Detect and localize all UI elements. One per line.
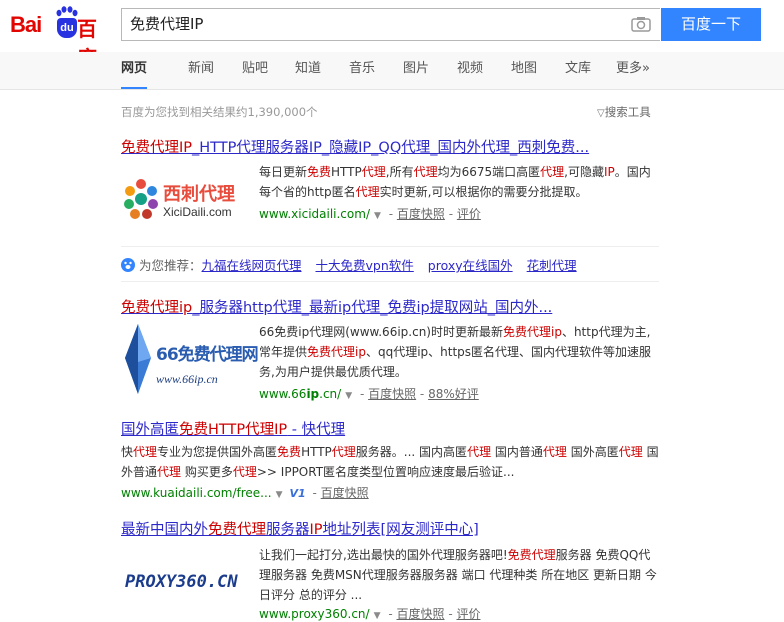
xici-brand: 西刺代理: [163, 184, 235, 205]
paw-icon: [56, 6, 78, 17]
result-thumb-4[interactable]: PROXY360.CN: [121, 558, 243, 608]
dropdown-icon[interactable]: ▼: [276, 490, 283, 500]
result-count: 百度为您找到相关结果约1,390,000个: [121, 105, 318, 119]
result-desc-1: 每日更新免费HTTP代理,所有代理均为6675端口高匿代理,可隐藏IP。国内每个…: [259, 165, 651, 199]
crystal-logo-icon: [125, 324, 151, 394]
tab-map[interactable]: 地图: [511, 52, 537, 89]
66ip-brand: 66免费代理网: [156, 345, 259, 365]
result-url-4: www.proxy360.cn/▼ - 百度快照 - 评价: [259, 607, 481, 621]
divider: [121, 246, 659, 247]
divider: [121, 281, 659, 282]
title-highlight: 免费代理IP: [121, 140, 193, 156]
tab-tieba[interactable]: 贴吧: [242, 52, 268, 89]
search-button[interactable]: 百度一下: [661, 8, 761, 41]
logo-bai-text: Bai: [10, 12, 42, 37]
title-highlight: 免费HTTP代理IP: [179, 422, 288, 438]
tab-news[interactable]: 新闻: [188, 52, 214, 89]
title-text: 国外高匿: [121, 422, 179, 438]
title-text: _HTTP代理服务器IP_隐藏IP_QQ代理_国内外代理_西刺免费...: [192, 140, 590, 156]
tab-more[interactable]: 更多»: [616, 52, 650, 89]
result-thumb-1[interactable]: 西刺代理 XiciDaili.com: [121, 168, 243, 228]
tab-zhidao[interactable]: 知道: [295, 52, 321, 89]
result-url-text[interactable]: www.kuaidaili.com/free...: [121, 486, 272, 500]
result-desc-2: 66免费ip代理网(www.66ip.cn)时时更新最新免费代理ip、http代…: [259, 325, 652, 379]
logo-du-text: du: [57, 18, 77, 38]
search-tools-label: 搜索工具: [604, 105, 651, 119]
result-title-4[interactable]: 最新中国内外免费代理服务器IP地址列表[网友测评中心]: [121, 518, 479, 539]
dropdown-icon[interactable]: ▼: [374, 211, 381, 221]
review-link[interactable]: 评价: [457, 207, 481, 221]
search-input[interactable]: [130, 9, 610, 40]
rating-link[interactable]: 88%好评: [428, 387, 479, 401]
dropdown-icon[interactable]: ▼: [345, 391, 352, 401]
tab-web[interactable]: 网页: [121, 52, 148, 89]
tab-music[interactable]: 音乐: [349, 52, 375, 89]
proxy360-brand: PROXY360.CN: [125, 572, 238, 592]
result-title-1[interactable]: 免费代理IP_HTTP代理服务器IP_隐藏IP_QQ代理_国内外代理_西刺免费.…: [121, 136, 589, 157]
result-thumb-2[interactable]: 66免费代理网 www.66ip.cn: [121, 322, 259, 396]
xici-logo-icon: [124, 179, 158, 219]
search-nav: 网页 新闻 贴吧 知道 音乐 图片 视频 地图 文库 更多»: [0, 52, 784, 90]
paw-icon: [121, 258, 135, 272]
header: Bai du 百度 百度一下: [0, 0, 784, 70]
recommend-label: 为您推荐：: [138, 258, 202, 273]
result-desc-3: 快代理专业为您提供国外高匿免费HTTP代理服务器。... 国内高匿代理 国内普通…: [121, 445, 659, 479]
result-url-text[interactable]: www.xicidaili.com/: [259, 207, 370, 221]
title-text: _服务器http代理_最新ip代理_免费ip提取网站_国内外...: [192, 300, 553, 316]
result-url-3: www.kuaidaili.com/free... ▼ V1 - 百度快照: [121, 486, 369, 500]
dropdown-icon[interactable]: ▼: [374, 611, 381, 621]
result-title-3[interactable]: 国外高匿免费HTTP代理IP - 快代理: [121, 418, 345, 439]
search-tools[interactable]: ▽搜索工具: [597, 104, 651, 120]
result-url-2: www.66ip.cn/▼ - 百度快照 - 88%好评: [259, 387, 479, 401]
tab-images[interactable]: 图片: [403, 52, 429, 89]
title-highlight: 免费代理ip: [121, 300, 193, 316]
66ip-site: www.66ip.cn: [156, 372, 218, 386]
title-highlight: IP: [309, 522, 323, 538]
result-title-2[interactable]: 免费代理ip_服务器http代理_最新ip代理_免费ip提取网站_国内外...: [121, 296, 552, 317]
title-text: - 快代理: [287, 422, 346, 438]
verified-badge[interactable]: V1: [290, 487, 306, 500]
title-highlight: 免费代理: [208, 522, 266, 538]
result-url-text[interactable]: www.66ip.cn/: [259, 387, 341, 401]
snapshot-link[interactable]: 百度快照: [397, 207, 445, 221]
recommend-bar: 为您推荐：九福在线网页代理 十大免费vpn软件 proxy在线国外 花刺代理: [121, 255, 585, 274]
xici-site: XiciDaili.com: [163, 205, 232, 219]
search-box: [121, 8, 660, 41]
recommend-link[interactable]: 九福在线网页代理: [202, 258, 302, 273]
title-text: 地址列表[网友测评中心]: [322, 522, 479, 538]
recommend-link[interactable]: 十大免费vpn软件: [316, 258, 414, 273]
snapshot-link[interactable]: 百度快照: [368, 387, 416, 401]
title-text: 最新中国内外: [121, 522, 208, 538]
result-url-1: www.xicidaili.com/▼ - 百度快照 - 评价: [259, 207, 481, 221]
camera-icon[interactable]: [631, 16, 651, 32]
recommend-link[interactable]: proxy在线国外: [428, 258, 513, 273]
baidu-logo[interactable]: Bai du 百度: [10, 6, 112, 70]
tab-video[interactable]: 视频: [457, 52, 483, 89]
result-desc-4: 让我们一起打分,选出最快的国外代理服务器吧!免费代理服务器 免费QQ代理服务器 …: [259, 548, 657, 602]
snapshot-link[interactable]: 百度快照: [321, 486, 369, 500]
recommend-link[interactable]: 花刺代理: [527, 258, 577, 273]
tab-wenku[interactable]: 文库: [565, 52, 591, 89]
title-text: 服务器: [266, 522, 310, 538]
filter-icon: ▽: [597, 108, 605, 119]
